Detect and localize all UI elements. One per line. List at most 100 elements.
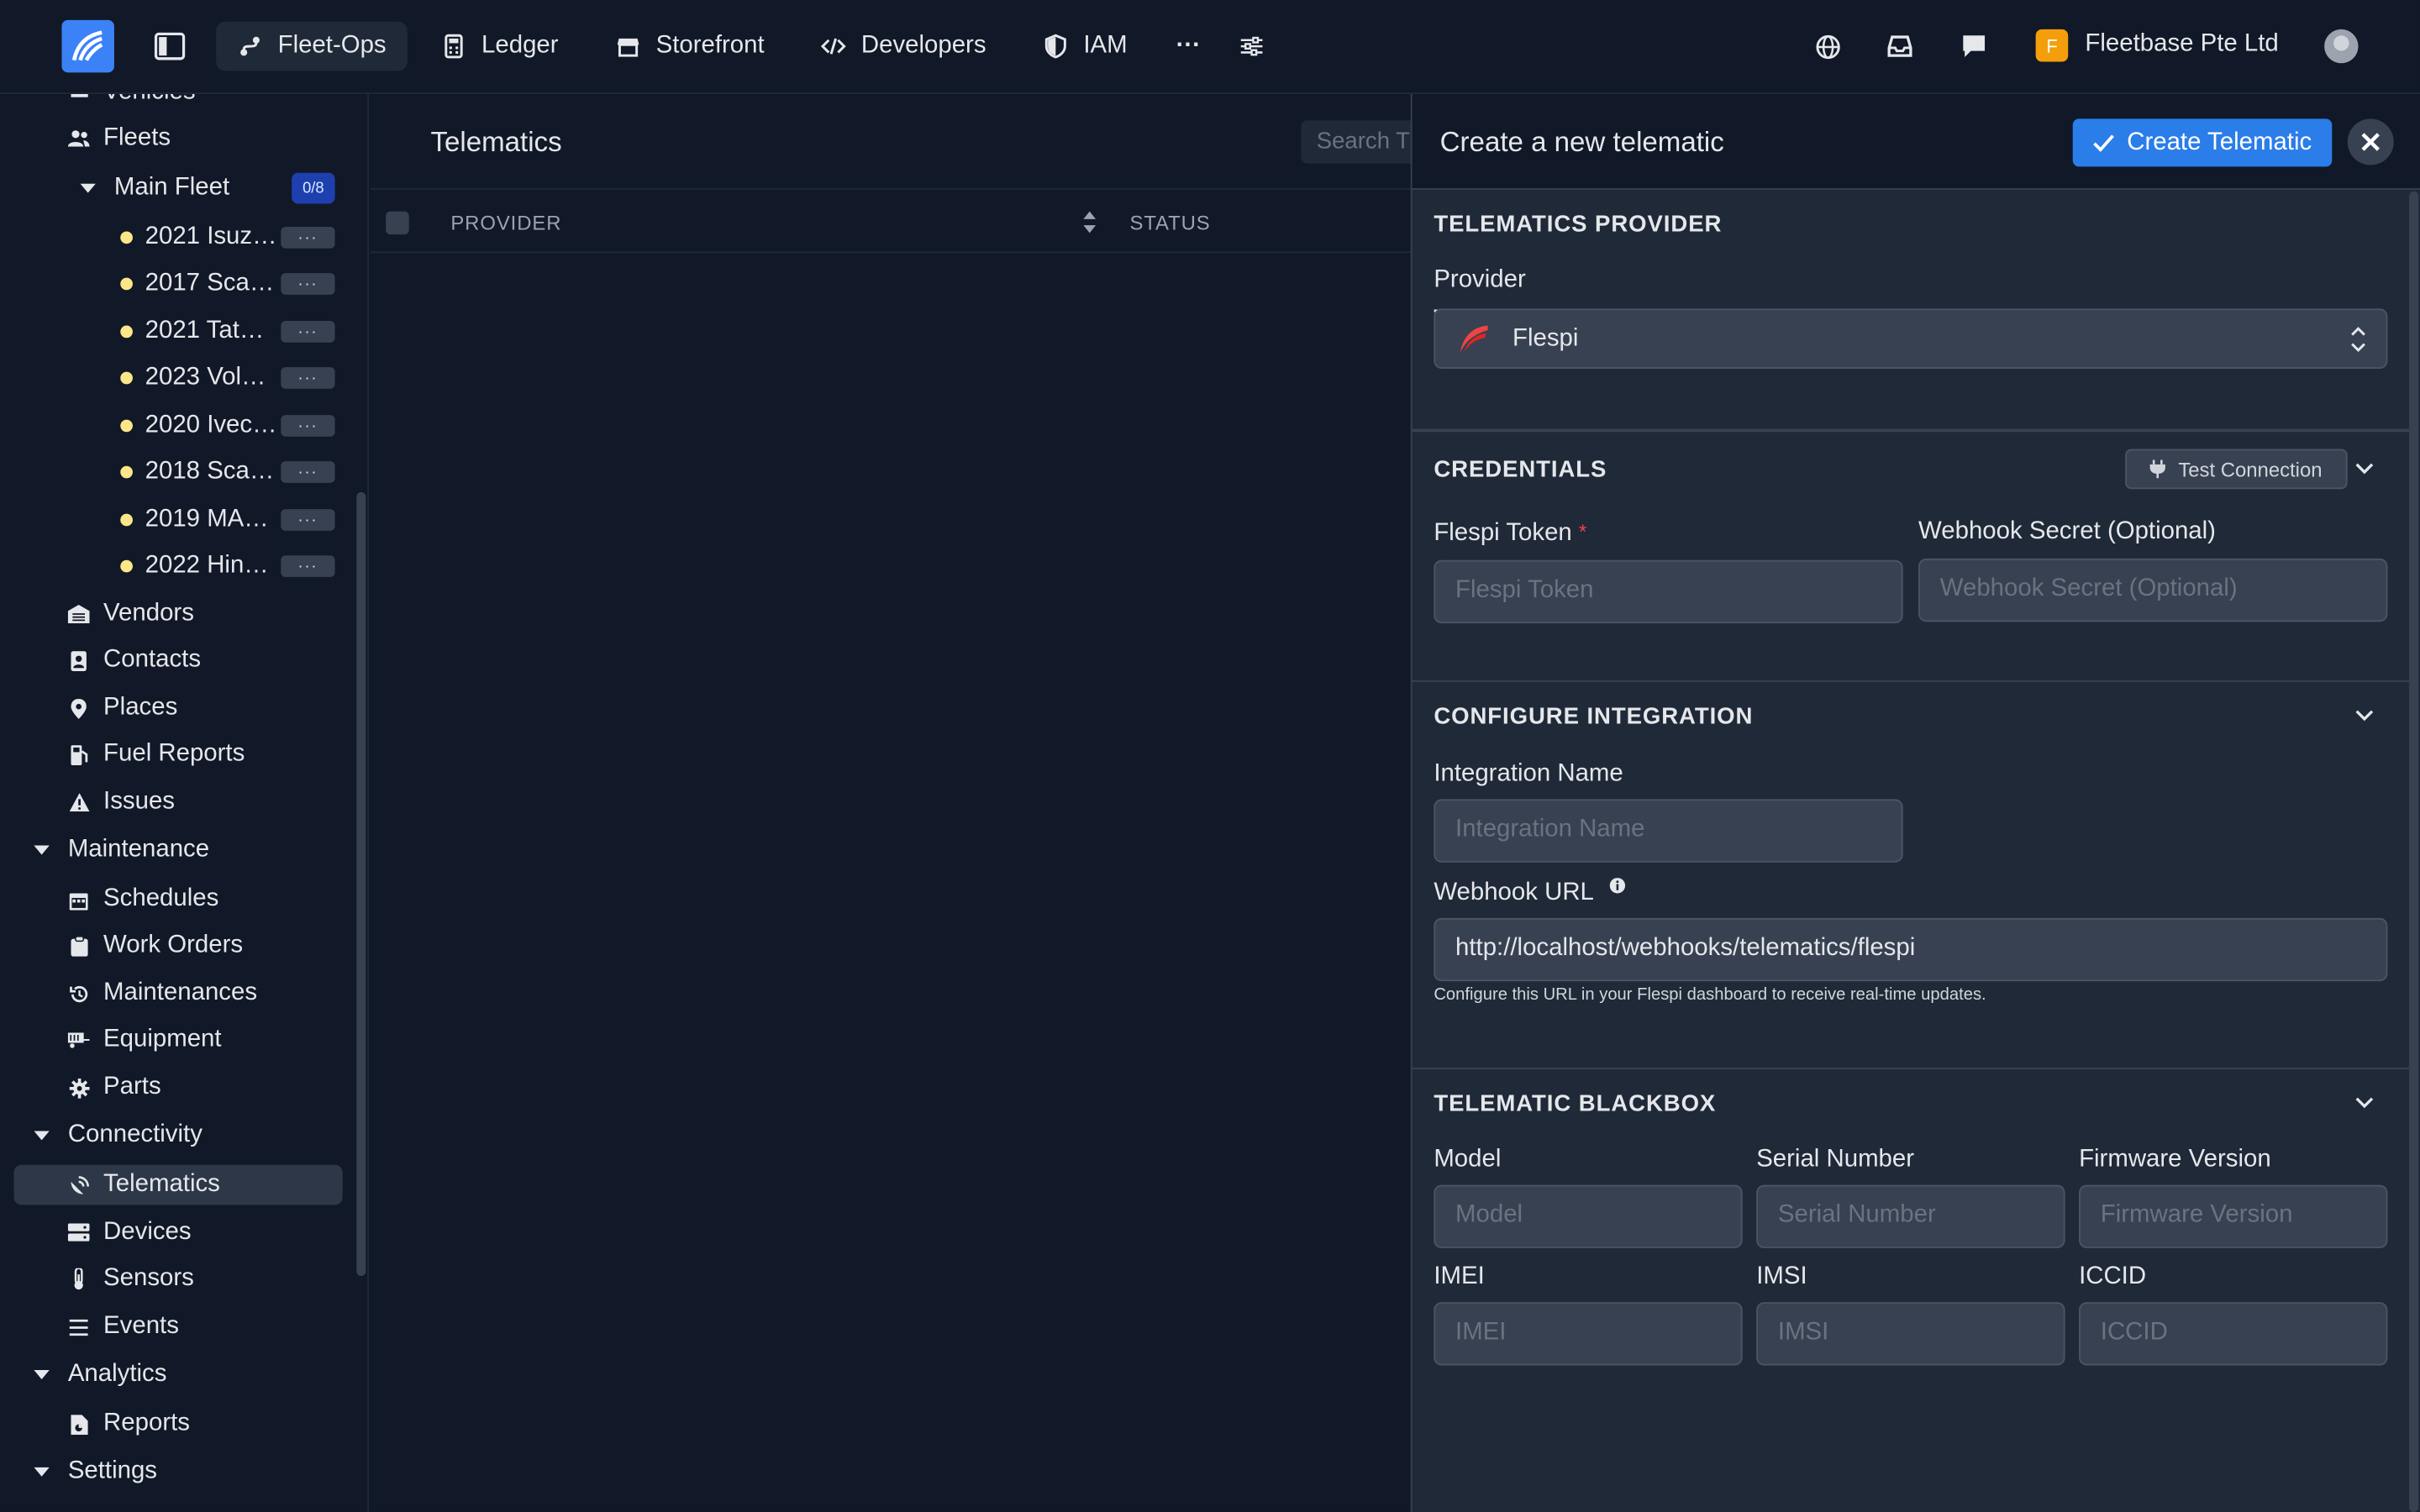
vehicle-more-button[interactable]: ··· bbox=[281, 367, 335, 389]
org-avatar[interactable]: F bbox=[2035, 29, 2069, 62]
chevron-down-icon[interactable] bbox=[2354, 705, 2375, 727]
globe-icon[interactable] bbox=[1809, 28, 1846, 65]
sidebar-item-telematics[interactable]: Telematics bbox=[13, 1164, 343, 1205]
select-all-checkbox[interactable] bbox=[386, 211, 409, 235]
vehicle-item[interactable]: 2021 Tat… ··· bbox=[120, 312, 367, 352]
flespi-token-input[interactable]: Flespi Token bbox=[1434, 559, 1903, 624]
sidebar-section-label: Settings bbox=[67, 1457, 158, 1484]
vehicle-more-button[interactable]: ··· bbox=[281, 415, 335, 437]
firmware-version-label: Firmware Version bbox=[2079, 1146, 2271, 1173]
webhook-url-input[interactable]: http://localhost/webhooks/telematics/fle… bbox=[1434, 917, 2388, 982]
vehicle-item[interactable]: 2022 Hin… ··· bbox=[120, 546, 367, 586]
address-book-icon bbox=[68, 649, 90, 671]
sidebar-item-label: Equipment bbox=[103, 1026, 222, 1053]
vehicle-item[interactable]: 2018 Sca… ··· bbox=[120, 452, 367, 492]
settings-sliders-icon[interactable] bbox=[1234, 28, 1270, 65]
create-telematic-button[interactable]: Create Telematic bbox=[2072, 118, 2333, 167]
org-name[interactable]: Fleetbase Pte Ltd bbox=[2085, 31, 2278, 59]
clipboard-icon bbox=[68, 935, 90, 957]
vehicle-item[interactable]: 2020 Ivec… ··· bbox=[120, 406, 367, 446]
status-dot bbox=[120, 513, 133, 527]
sidebar-item-label: Telematics bbox=[103, 1171, 220, 1198]
sort-icon[interactable] bbox=[1081, 210, 1099, 234]
fleetbase-logo[interactable] bbox=[61, 19, 114, 73]
chevron-down-icon[interactable] bbox=[2354, 459, 2375, 480]
integration-name-input[interactable]: Integration Name bbox=[1434, 799, 1903, 863]
sidebar-item-sensors[interactable]: Sensors bbox=[68, 1259, 194, 1299]
sidebar-item-label: Work Orders bbox=[103, 932, 244, 958]
vehicle-item[interactable]: 2021 Isuz… ··· bbox=[120, 218, 367, 258]
vehicle-more-button[interactable]: ··· bbox=[281, 273, 335, 295]
webhook-secret-input[interactable]: Webhook Secret (Optional) bbox=[1918, 558, 2388, 622]
sidebar-item-fuel-reports[interactable]: Fuel Reports bbox=[68, 734, 245, 774]
sidebar-item-events[interactable]: Events bbox=[68, 1307, 179, 1347]
caret-down-icon bbox=[34, 1467, 50, 1477]
more-nav-button[interactable]: ··· bbox=[1155, 22, 1223, 71]
sidebar-item-vehicles[interactable]: Vehicles bbox=[68, 94, 196, 113]
search-input[interactable]: Search T bbox=[1301, 120, 1425, 164]
column-header-status[interactable]: STATUS bbox=[1129, 212, 1210, 235]
sidebar-item-places[interactable]: Places bbox=[68, 688, 177, 728]
sidebar-item-reports[interactable]: Reports bbox=[68, 1404, 190, 1444]
vehicle-more-button[interactable]: ··· bbox=[281, 509, 335, 531]
sidebar-item-contacts[interactable]: Contacts bbox=[68, 640, 201, 680]
sidebar-item-fleets[interactable]: Fleets bbox=[67, 118, 171, 159]
table-header: PROVIDER STATUS bbox=[370, 192, 1411, 254]
nav-developers[interactable]: Developers bbox=[799, 22, 1007, 71]
integration-section bbox=[1412, 682, 2410, 1069]
vehicle-more-button[interactable]: ··· bbox=[281, 461, 335, 483]
serial-number-input[interactable]: Serial Number bbox=[1756, 1184, 2065, 1248]
chevron-down-icon[interactable] bbox=[2354, 1092, 2375, 1114]
toggle-sidebar-icon[interactable] bbox=[151, 28, 188, 65]
close-button[interactable] bbox=[2347, 118, 2394, 165]
sidebar-section-settings[interactable]: Settings bbox=[34, 1452, 157, 1492]
sidebar-section-maintenance[interactable]: Maintenance bbox=[34, 830, 209, 870]
thermometer-icon bbox=[68, 1268, 90, 1290]
vehicle-item[interactable]: 2019 MA… ··· bbox=[120, 500, 367, 540]
imsi-input[interactable]: IMSI bbox=[1756, 1302, 2065, 1366]
sidebar-item-issues[interactable]: Issues bbox=[68, 782, 175, 822]
nav-iam[interactable]: IAM bbox=[1022, 22, 1149, 71]
flespi-logo-icon bbox=[1460, 324, 1488, 353]
sidebar-item-schedules[interactable]: Schedules bbox=[68, 879, 218, 920]
webhook-secret-label: Webhook Secret (Optional) bbox=[1918, 518, 2216, 545]
vehicle-more-button[interactable]: ··· bbox=[281, 226, 335, 249]
sidebar-item-devices[interactable]: Devices bbox=[67, 1213, 192, 1253]
vehicle-more-button[interactable]: ··· bbox=[281, 555, 335, 577]
iccid-label: ICCID bbox=[2079, 1263, 2147, 1290]
chat-icon[interactable] bbox=[1955, 28, 1992, 65]
model-input[interactable]: Model bbox=[1434, 1184, 1743, 1248]
sidebar-item-label: Contacts bbox=[103, 646, 202, 673]
sidebar-scrollbar[interactable] bbox=[356, 491, 366, 1276]
sidebar-item-work-orders[interactable]: Work Orders bbox=[68, 926, 243, 966]
imei-input[interactable]: IMEI bbox=[1434, 1302, 1743, 1366]
sidebar-item-vendors[interactable]: Vendors bbox=[67, 594, 194, 634]
section-title: TELEMATICS PROVIDER bbox=[1434, 211, 1723, 238]
vehicle-more-button[interactable]: ··· bbox=[281, 321, 335, 343]
sidebar-section-connectivity[interactable]: Connectivity bbox=[34, 1116, 203, 1156]
test-connection-button[interactable]: Test Connection bbox=[2125, 449, 2348, 490]
sidebar-item-equipment[interactable]: Equipment bbox=[67, 1020, 222, 1060]
sidebar-item-main-fleet[interactable]: Main Fleet bbox=[80, 168, 229, 208]
caret-down-icon[interactable] bbox=[80, 183, 96, 193]
drawer-scrollbar[interactable] bbox=[2409, 191, 2419, 1512]
store-icon bbox=[617, 38, 639, 57]
nav-fleet-ops[interactable]: Fleet-Ops bbox=[216, 21, 408, 71]
sidebar-item-parts[interactable]: Parts bbox=[68, 1068, 161, 1108]
nav-storefront[interactable]: Storefront bbox=[594, 22, 786, 71]
iccid-input[interactable]: ICCID bbox=[2079, 1302, 2388, 1366]
vehicle-item[interactable]: 2017 Sca… ··· bbox=[120, 264, 367, 304]
provider-select[interactable]: Flespi bbox=[1434, 308, 2388, 369]
sidebar-item-label: Fuel Reports bbox=[103, 740, 245, 767]
sidebar-item-maintenances[interactable]: Maintenances bbox=[68, 974, 257, 1014]
column-header-provider[interactable]: PROVIDER bbox=[450, 212, 561, 235]
nav-ledger[interactable]: Ledger bbox=[420, 22, 581, 71]
info-icon[interactable] bbox=[1609, 878, 1625, 894]
user-avatar[interactable] bbox=[2324, 29, 2359, 64]
label-text: Webhook URL bbox=[1434, 879, 1593, 906]
inbox-icon[interactable] bbox=[1881, 28, 1918, 65]
nav-label: Fleet-Ops bbox=[277, 32, 387, 59]
firmware-version-input[interactable]: Firmware Version bbox=[2079, 1184, 2388, 1248]
vehicle-item[interactable]: 2023 Vol… ··· bbox=[120, 358, 367, 398]
sidebar-section-analytics[interactable]: Analytics bbox=[34, 1355, 166, 1395]
